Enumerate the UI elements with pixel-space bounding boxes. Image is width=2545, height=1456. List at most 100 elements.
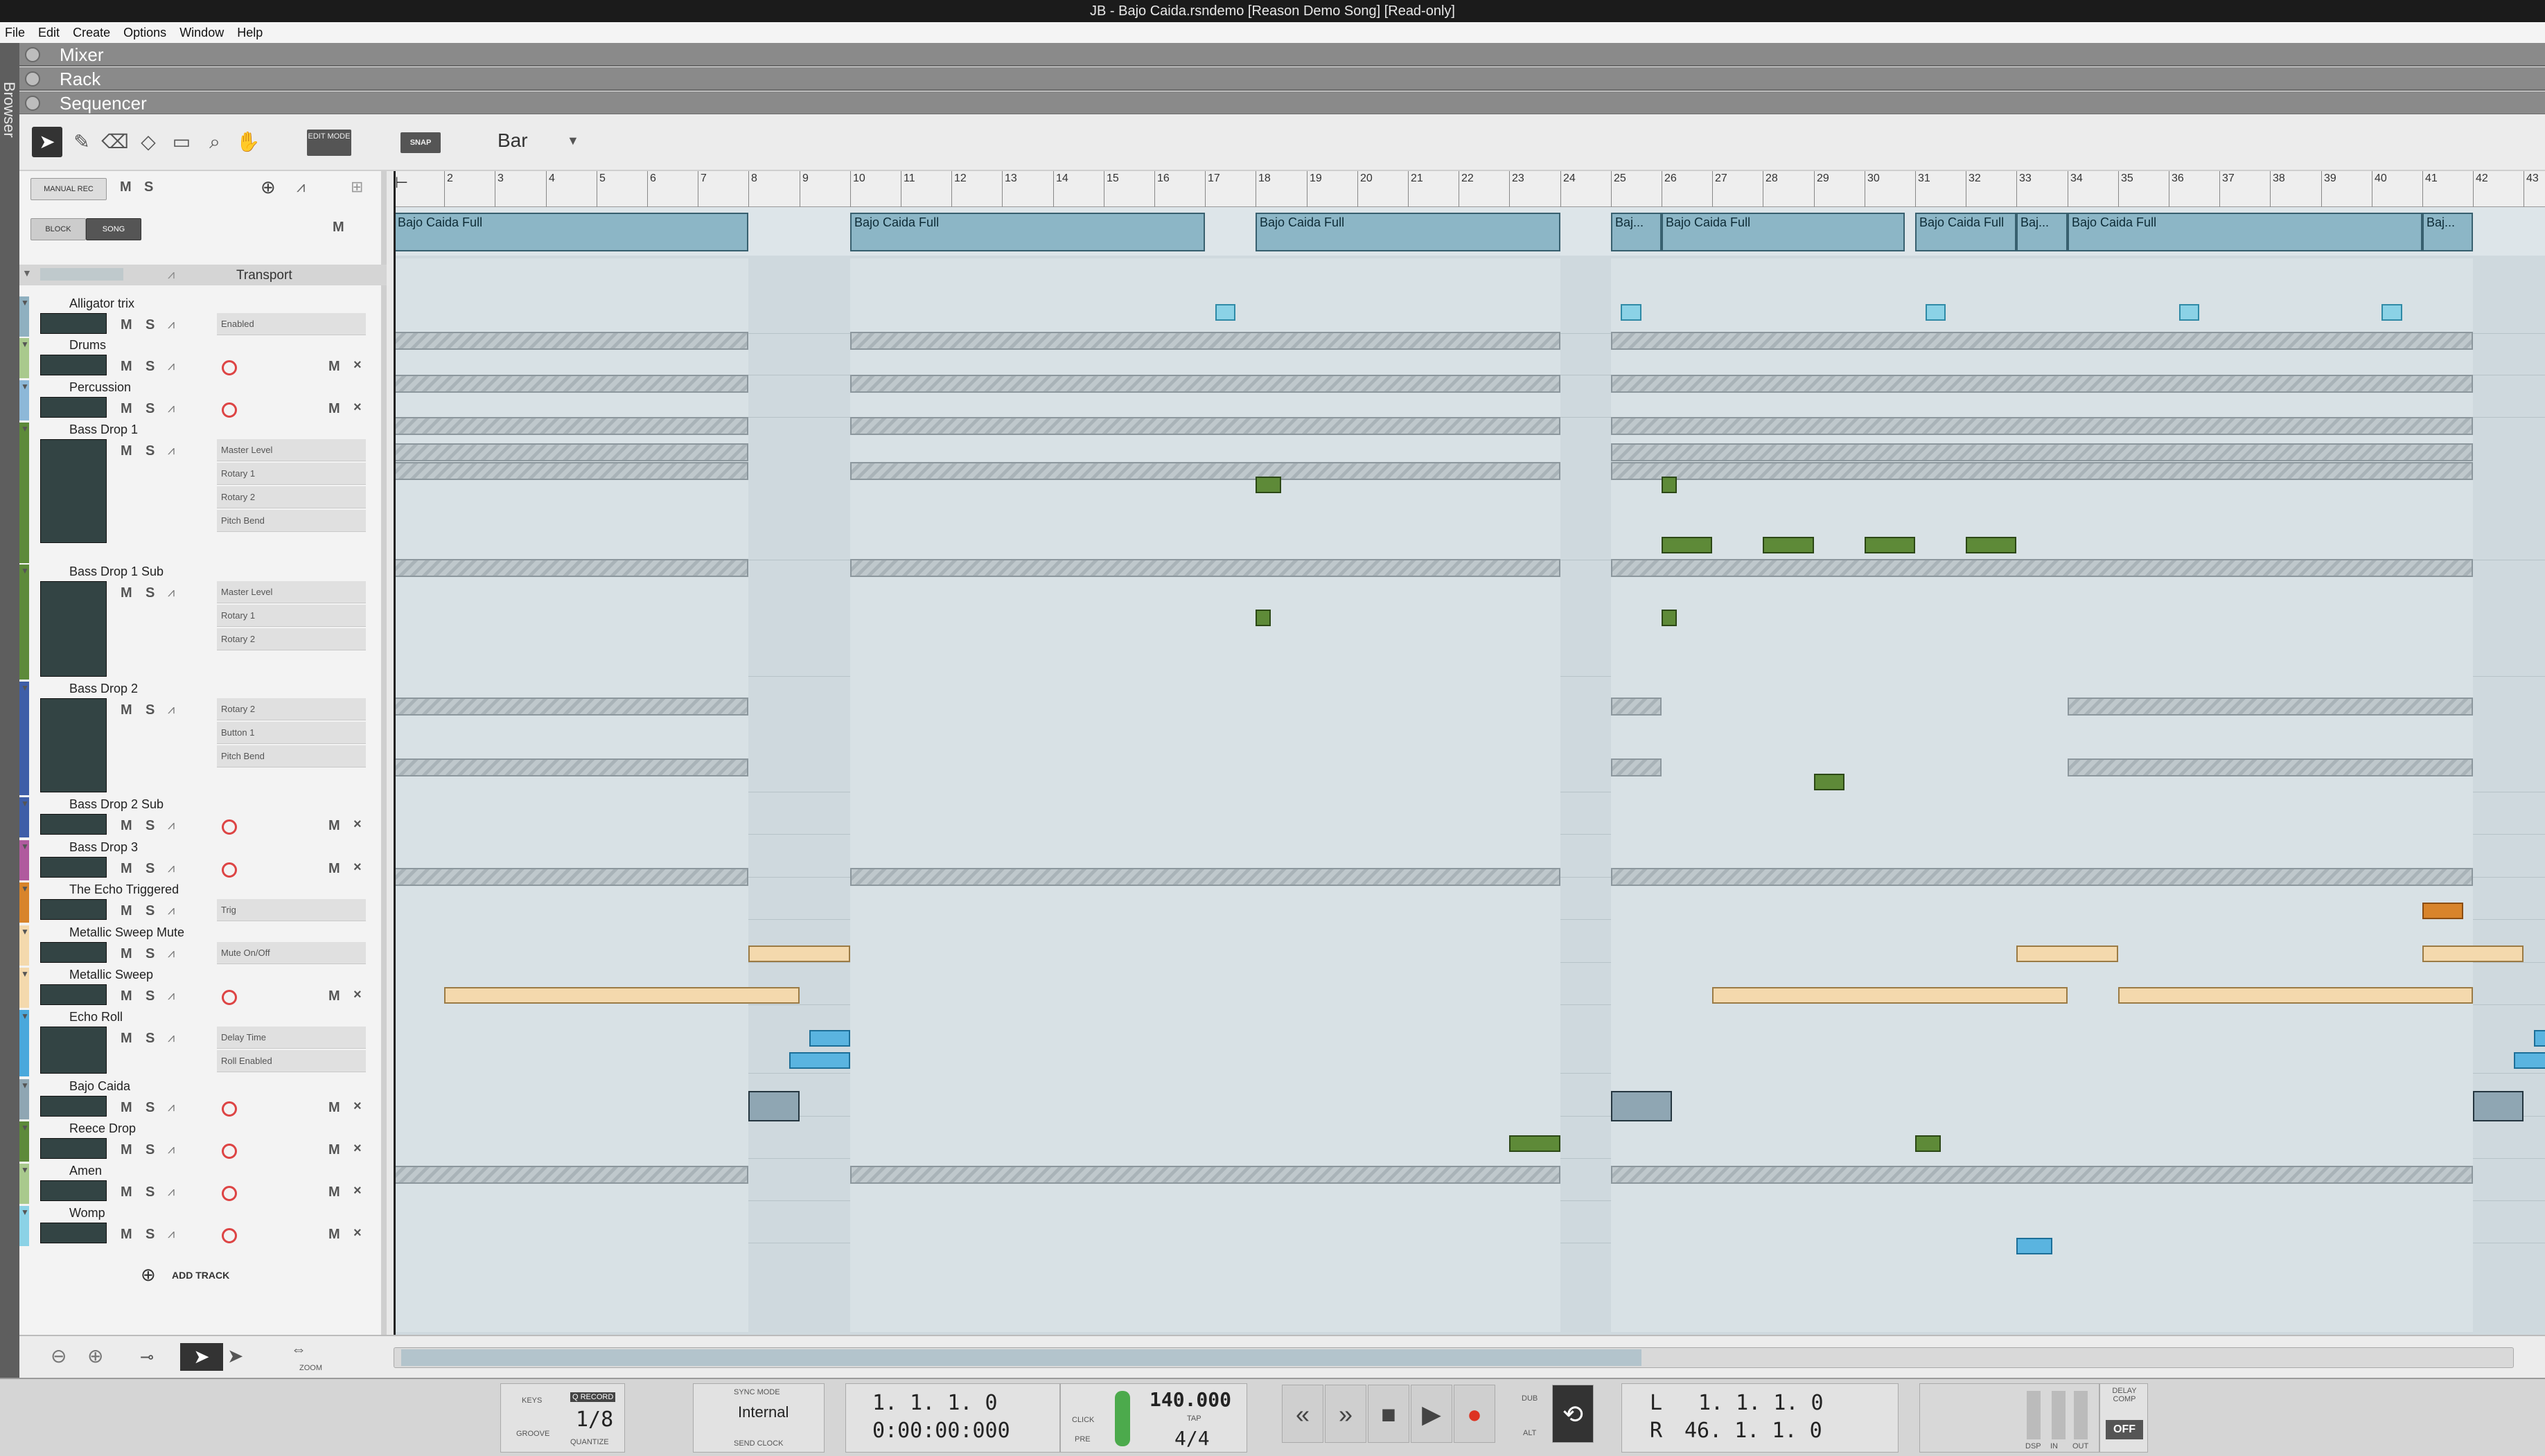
device-thumbnail[interactable] [40, 1027, 107, 1074]
track-header[interactable]: ▼Echo RollMS⩘M×Delay TimeRoll Enabled [19, 1010, 387, 1076]
menu-window[interactable]: Window [175, 22, 229, 43]
click-level-slider[interactable] [1115, 1391, 1130, 1446]
device-thumbnail[interactable] [40, 984, 107, 1005]
device-thumbnail[interactable] [40, 942, 107, 963]
lane-mute-button[interactable]: M [328, 1227, 340, 1243]
track-name[interactable]: The Echo Triggered [69, 882, 179, 897]
follow-right-icon[interactable]: ➤ [227, 1344, 243, 1367]
solo-button[interactable]: S [146, 401, 155, 417]
overview-scrollbar[interactable] [394, 1347, 2514, 1368]
song-block[interactable]: Bajo Caida Full [394, 213, 748, 251]
pattern-clip[interactable] [394, 443, 748, 461]
automation-lane-header[interactable]: Pitch Bend [217, 745, 366, 767]
select-arrow-icon[interactable]: ➤ [32, 127, 62, 157]
delete-lane-icon[interactable]: × [353, 1183, 362, 1199]
pattern-clip[interactable] [2068, 758, 2473, 776]
echo-roll-clip[interactable] [789, 1052, 850, 1069]
audio-loop-clip[interactable] [748, 1091, 800, 1121]
magnify-icon[interactable]: ⌕ [200, 127, 230, 157]
solo-button[interactable]: S [146, 946, 155, 962]
automation-icon[interactable]: ⩘ [168, 903, 175, 918]
pattern-clip[interactable] [850, 1166, 1560, 1184]
note-clip[interactable] [1814, 774, 1844, 790]
play-icon[interactable]: ▶ [1411, 1385, 1452, 1443]
pattern-clip[interactable] [850, 417, 1560, 435]
song-position-marker[interactable] [394, 171, 396, 1335]
track-name[interactable]: Percussion [69, 380, 131, 395]
snap-button[interactable]: SNAP [400, 132, 441, 153]
expand-triangle-icon[interactable]: ▼ [21, 842, 29, 851]
automation-icon[interactable]: ⩘ [168, 1142, 175, 1157]
pattern-clip[interactable] [850, 332, 1560, 350]
expand-triangle-icon[interactable]: ▼ [21, 339, 29, 349]
grid-icon[interactable]: ⊞ [351, 178, 363, 196]
track-name[interactable]: Drums [69, 338, 106, 353]
mute-button[interactable]: M [121, 903, 132, 919]
master-solo-button[interactable]: S [144, 179, 153, 195]
record-enable-icon[interactable] [222, 1144, 237, 1159]
automation-icon[interactable]: ⩘ [168, 1100, 175, 1115]
solo-button[interactable]: S [146, 818, 155, 834]
automation-icon[interactable]: ⩘ [168, 946, 175, 961]
echo-roll-clip[interactable] [2514, 1052, 2545, 1069]
track-name[interactable]: Alligator trix [69, 296, 134, 311]
pattern-clip[interactable] [1611, 1166, 2473, 1184]
send-clock-button[interactable]: SEND CLOCK [734, 1439, 784, 1448]
pattern-clip[interactable] [850, 375, 1560, 393]
track-header[interactable]: ▼The Echo TriggeredMS⩘M×Trig [19, 882, 387, 923]
pencil-icon[interactable]: ✎ [67, 127, 97, 157]
lane-mute-button[interactable]: M [328, 401, 340, 417]
track-name[interactable]: Bass Drop 1 Sub [69, 565, 164, 579]
q-record-button[interactable]: Q RECORD [570, 1392, 616, 1402]
loop-right-position[interactable]: 46. 1. 1. 0 [1684, 1419, 1822, 1443]
pattern-clip[interactable] [850, 559, 1560, 577]
device-thumbnail[interactable] [40, 1223, 107, 1243]
automation-icon[interactable]: ⩘ [168, 359, 175, 373]
mute-button[interactable]: M [121, 443, 132, 459]
enabled-clip[interactable] [1926, 304, 1946, 321]
tempo-value[interactable]: 140.000 [1150, 1388, 1231, 1411]
bar-ruler[interactable]: 2 3 4 5 6 7 8 9 10 11 12 13 14 15 16 17 18 19 20 21 22 23 24 25… [394, 171, 2545, 207]
enabled-clip[interactable] [1215, 304, 1235, 321]
mixer-toggle[interactable] [25, 47, 40, 62]
solo-button[interactable]: S [146, 1227, 155, 1243]
track-name[interactable]: Metallic Sweep Mute [69, 925, 184, 940]
rack-section-bar[interactable]: Rack [19, 67, 2545, 91]
mute-button[interactable]: M [121, 317, 132, 333]
solo-button[interactable]: S [146, 861, 155, 877]
record-enable-icon[interactable] [222, 1186, 237, 1201]
mute-button[interactable]: M [121, 946, 132, 962]
track-name[interactable]: Metallic Sweep [69, 968, 153, 982]
expand-triangle-icon[interactable]: ▼ [21, 1011, 29, 1021]
solo-button[interactable]: S [146, 1142, 155, 1158]
mute-button[interactable]: M [121, 988, 132, 1004]
track-header[interactable]: ▼ Amen M S ⩘ M × [19, 1164, 387, 1204]
sweep-clip[interactable] [2422, 945, 2524, 962]
solo-button[interactable]: S [146, 1100, 155, 1116]
add-track-plus-icon[interactable]: ⊕ [141, 1264, 156, 1286]
pattern-clip[interactable] [1611, 443, 2473, 461]
edit-mode-button[interactable]: EDIT MODE [307, 130, 351, 156]
automation-icon[interactable]: ⩘ [168, 988, 175, 1003]
solo-button[interactable]: S [146, 903, 155, 919]
dub-button[interactable]: DUB [1522, 1394, 1538, 1403]
pattern-clip[interactable] [1611, 462, 2473, 480]
follow-left-icon[interactable]: ⊸ [140, 1347, 154, 1367]
audio-loop-clip[interactable] [2473, 1091, 2524, 1121]
track-header[interactable]: ▼Bass Drop 1MS⩘M×Master LevelRotary 1Rot… [19, 423, 387, 563]
track-header[interactable]: ▼ Bajo Caida M S ⩘ M × [19, 1079, 387, 1119]
device-thumbnail[interactable] [40, 1180, 107, 1201]
solo-button[interactable]: S [146, 359, 155, 375]
solo-button[interactable]: S [146, 702, 155, 718]
block-mute-button[interactable]: M [333, 220, 344, 236]
pattern-clip[interactable] [394, 1166, 748, 1184]
automation-lane-header[interactable]: Roll Enabled [217, 1050, 366, 1072]
song-block[interactable]: Bajo Caida Full [1915, 213, 2016, 251]
automation-icon[interactable]: ⩘ [168, 401, 175, 416]
expand-triangle-icon[interactable]: ▼ [21, 1081, 29, 1090]
sequencer-timeline[interactable]: 2 3 4 5 6 7 8 9 10 11 12 13 14 15 16 17 18 19 20 21 22 23 24 25… [394, 171, 2545, 1335]
track-header[interactable]: ▼Metallic Sweep MuteMS⩘M×Mute On/Off [19, 925, 387, 966]
pattern-clip[interactable] [1611, 698, 1662, 716]
pattern-clip[interactable] [1611, 758, 1662, 776]
transport-track[interactable]: ▼ ⩘ Transport [19, 265, 387, 285]
